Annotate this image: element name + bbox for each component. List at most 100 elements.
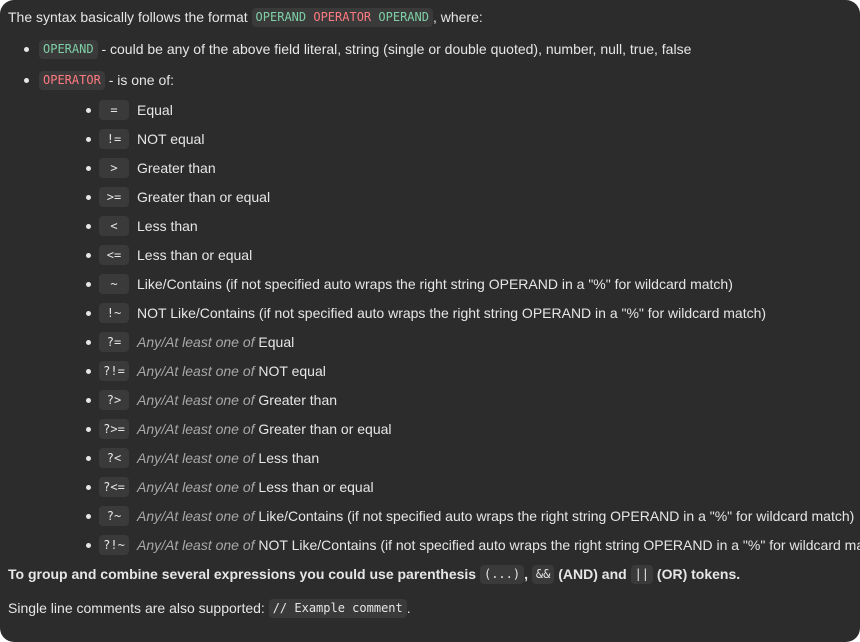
comment-code: // Example comment (268, 599, 407, 618)
operator-label: Greater than (137, 154, 216, 183)
operator-symbol: ?>= (99, 419, 129, 439)
operator-description: Equal (258, 334, 295, 350)
any-prefix: Any/At least one of (137, 392, 255, 408)
bullet (86, 485, 91, 490)
and-text: (AND) and (558, 566, 627, 582)
bullet (86, 195, 91, 200)
operator-item: > Greater than (39, 154, 852, 183)
operator-label: Any/At least one of Less than (137, 444, 319, 473)
operator-symbol: ?~ (99, 506, 129, 526)
operator-symbol: ?= (99, 332, 129, 352)
operator-symbol: = (99, 100, 129, 120)
operator-symbol: != (99, 129, 129, 149)
operator-symbol: ?!= (99, 361, 129, 381)
operator-label: Any/At least one of NOT equal (137, 357, 326, 386)
operand-code: OPERAND (39, 40, 98, 59)
operator-label: Any/At least one of Less than or equal (137, 473, 374, 502)
operator-description: Equal (137, 102, 173, 118)
operator-label: Any/At least one of Like/Contains (if no… (137, 502, 854, 531)
bullet (86, 224, 91, 229)
operator-description: Less than or equal (137, 247, 253, 263)
operator-description: Greater than (137, 160, 216, 176)
and-code: && (531, 565, 555, 584)
operator-item: ?< Any/At least one of Less than (39, 444, 852, 473)
operand-definition: OPERAND - could be any of the above fiel… (8, 38, 852, 61)
bullet (86, 282, 91, 287)
operator-symbol: ?> (99, 390, 129, 410)
format-code: OPERAND OPERATOR OPERAND (251, 8, 433, 27)
operator-description: NOT equal (258, 363, 326, 379)
operator-label: NOT Like/Contains (if not specified auto… (137, 299, 766, 328)
any-prefix: Any/At least one of (137, 537, 255, 553)
grouping-note: To group and combine several expressions… (8, 562, 852, 586)
bullet (86, 137, 91, 142)
bullet (86, 166, 91, 171)
operator-description: NOT Like/Contains (if not specified auto… (258, 537, 860, 553)
operator-item: ~ Like/Contains (if not specified auto wr… (39, 270, 852, 299)
or-text: (OR) tokens. (656, 566, 741, 582)
operator-description: Greater than or equal (137, 189, 271, 205)
operator-symbol: ?< (99, 448, 129, 468)
bullet (86, 108, 91, 113)
operator-item: <= Less than or equal (39, 241, 852, 270)
operator-label: Less than (137, 212, 198, 241)
operator-label: Greater than or equal (137, 183, 270, 212)
comment-suffix: . (406, 600, 411, 616)
operator-label: NOT equal (137, 125, 204, 154)
intro-line: The syntax basically follows the format … (8, 7, 852, 27)
format-operand-right: OPERAND (378, 10, 429, 24)
operator-item: ?> Any/At least one of Greater than (39, 386, 852, 415)
operator-item: = Equal (39, 96, 852, 125)
intro-prefix: The syntax basically follows the format (8, 9, 248, 25)
bullet (86, 543, 91, 548)
syntax-help-panel: The syntax basically follows the format … (0, 0, 860, 642)
bullet (24, 78, 29, 83)
format-operand-left: OPERAND (255, 10, 307, 24)
any-prefix: Any/At least one of (137, 479, 255, 495)
operator-label: Any/At least one of Greater than (137, 386, 337, 415)
bullet (86, 456, 91, 461)
comment-prefix: Single line comments are also supported: (8, 600, 265, 616)
operator-symbol: ?!~ (99, 535, 129, 555)
operator-label: Like/Contains (if not specified auto wra… (137, 270, 733, 299)
format-operator: OPERATOR (313, 10, 372, 24)
operator-description: Greater than or equal (258, 421, 392, 437)
grouping-prefix: To group and combine several expressions… (8, 566, 477, 582)
operator-description: Less than or equal (258, 479, 374, 495)
any-prefix: Any/At least one of (137, 363, 255, 379)
any-prefix: Any/At least one of (137, 334, 255, 350)
operator-symbol: <= (99, 245, 129, 265)
operator-description: Less than (137, 218, 198, 234)
operator-description: Like/Contains (if not specified auto wra… (258, 508, 855, 524)
operator-description: Like/Contains (if not specified auto wra… (137, 276, 733, 292)
operator-item: != NOT equal (39, 125, 852, 154)
operator-description: Less than (258, 450, 320, 466)
bullet (86, 427, 91, 432)
bullet (86, 514, 91, 519)
parenthesis-code: (...) (479, 565, 525, 584)
any-prefix: Any/At least one of (137, 421, 255, 437)
bullet (86, 369, 91, 374)
operator-label: Less than or equal (137, 241, 252, 270)
operator-item: >= Greater than or equal (39, 183, 852, 212)
operator-label: Any/At least one of Equal (137, 328, 294, 357)
intro-suffix: , where: (432, 9, 483, 25)
operator-label: Equal (137, 96, 173, 125)
operator-list: = Equal != NOT equal > Greater than >= Greater … (39, 96, 860, 560)
operator-item: ?!~ Any/At least one of NOT Like/Contains… (39, 531, 860, 560)
bullet (24, 47, 29, 52)
any-prefix: Any/At least one of (137, 450, 255, 466)
grouping-separator: , (524, 566, 528, 582)
operator-symbol: < (99, 216, 129, 236)
operator-description: NOT equal (137, 131, 205, 147)
operand-description: - could be any of the above field litera… (101, 41, 692, 57)
operator-symbol: ~ (99, 274, 129, 294)
operator-symbol: >= (99, 187, 129, 207)
operator-definition: OPERATOR - is one of: = Equal != NOT equal >… (8, 69, 860, 560)
bullet (86, 340, 91, 345)
operator-label: Any/At least one of NOT Like/Contains (i… (137, 531, 860, 560)
operator-code: OPERATOR (39, 71, 105, 90)
operator-item: ?<= Any/At least one of Less than or equa… (39, 473, 852, 502)
operator-description: - is one of: (108, 72, 175, 88)
operator-description: Greater than (258, 392, 338, 408)
